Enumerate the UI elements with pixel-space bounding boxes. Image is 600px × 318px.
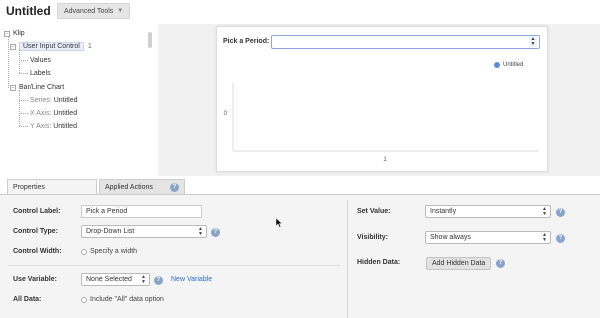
klip-preview-card: Pick a Period: ▲ ▼ Untitled 0 1 [216, 26, 548, 172]
tree-connector [8, 36, 9, 88]
legend-label: Untitled [503, 62, 524, 68]
tree-connector [19, 60, 28, 61]
chevron-down-icon: ▼ [117, 8, 124, 14]
hidden-data-help-icon[interactable]: ? [496, 259, 505, 268]
set-value-help-icon[interactable]: ? [556, 208, 565, 217]
top-bar: Untitled Advanced Tools ▼ [0, 0, 600, 24]
specify-width-checkbox[interactable] [81, 248, 87, 255]
visibility-help-icon[interactable]: ? [556, 234, 565, 243]
tab-applied-actions[interactable]: Applied Actions ? [99, 179, 185, 195]
all-data-label: All Data: [13, 296, 42, 303]
control-type-help-icon[interactable]: ? [211, 228, 220, 237]
control-width-label: Control Width: [13, 248, 62, 255]
control-type-label: Control Type: [13, 228, 58, 235]
x-tick-label: 1 [383, 157, 387, 163]
select-arrows-icon: ▲ ▼ [529, 36, 537, 47]
tree-item-series[interactable]: Series: Untitled [30, 95, 77, 106]
tree-connector [19, 49, 20, 73]
advanced-tools-label: Advanced Tools [64, 7, 114, 15]
control-type-select[interactable]: Drop-Down List ▲ ▼ [81, 225, 207, 238]
select-arrows-icon: ▲ ▼ [198, 226, 203, 237]
control-label-label: Control Label: [13, 208, 61, 215]
select-arrows-icon: ▲ ▼ [542, 232, 547, 243]
control-label-input[interactable]: Pick a Period [81, 205, 202, 218]
section-divider [8, 265, 340, 266]
pick-period-label: Pick a Period: [223, 38, 270, 45]
set-value-select[interactable]: Instantly ▲ ▼ [425, 205, 551, 218]
panel-divider [347, 200, 348, 318]
tree-connector [19, 73, 28, 74]
y-tick-label: 0 [224, 111, 228, 117]
mouse-cursor-icon [276, 218, 283, 228]
use-variable-select[interactable]: None Selected ▲ ▼ [81, 273, 150, 286]
control-count: 1 [87, 43, 92, 50]
set-value-label: Set Value: [357, 208, 391, 215]
visibility-select[interactable]: Show always ▲ ▼ [425, 231, 551, 244]
pick-period-select[interactable]: ▲ ▼ [271, 35, 540, 49]
tab-properties[interactable]: Properties [7, 179, 97, 195]
collapse-icon[interactable]: − [10, 84, 16, 91]
specify-width-option[interactable]: Specify a width [81, 248, 137, 255]
tree-scroll-handle[interactable] [148, 32, 152, 48]
tree-connector [19, 126, 28, 127]
tree-item-label: User Input Control [19, 42, 84, 51]
chart: 0 1 [224, 83, 539, 163]
tree-connector [19, 113, 28, 114]
new-variable-link[interactable]: New Variable [171, 276, 212, 283]
include-all-option[interactable]: Include "All" data option [81, 296, 164, 303]
use-variable-label: Use Variable: [13, 276, 57, 283]
add-hidden-data-button[interactable]: Add Hidden Data [426, 257, 492, 270]
page-title: Untitled [6, 4, 51, 18]
hidden-data-label: Hidden Data: [357, 259, 401, 266]
tree-connector [19, 90, 20, 126]
collapse-icon[interactable]: − [10, 43, 16, 50]
advanced-tools-dropdown[interactable]: Advanced Tools ▼ [57, 3, 131, 19]
legend-dot-icon [494, 62, 500, 68]
select-arrows-icon: ▲ ▼ [542, 206, 547, 217]
help-icon[interactable]: ? [170, 183, 179, 192]
tree-item-labels[interactable]: Labels [30, 68, 51, 79]
tree-item-x-axis[interactable]: X Axis: Untitled [30, 108, 77, 119]
tree-item-y-axis[interactable]: Y Axis: Untitled [30, 121, 77, 132]
use-variable-help-icon[interactable]: ? [154, 276, 163, 285]
include-all-checkbox[interactable] [81, 296, 87, 303]
component-tree: − Klip − User Input Control 1 Values Lab… [0, 26, 152, 176]
properties-tabs: Properties Applied Actions ? [0, 177, 600, 195]
tree-item-user-input-control[interactable]: − User Input Control 1 [10, 41, 92, 52]
collapse-icon[interactable]: − [4, 30, 10, 37]
chart-legend: Untitled [494, 62, 523, 68]
select-arrows-icon: ▲ ▼ [141, 274, 146, 285]
visibility-label: Visibility: [357, 234, 388, 241]
tree-item-values[interactable]: Values [30, 55, 51, 66]
tree-connector [19, 100, 28, 101]
